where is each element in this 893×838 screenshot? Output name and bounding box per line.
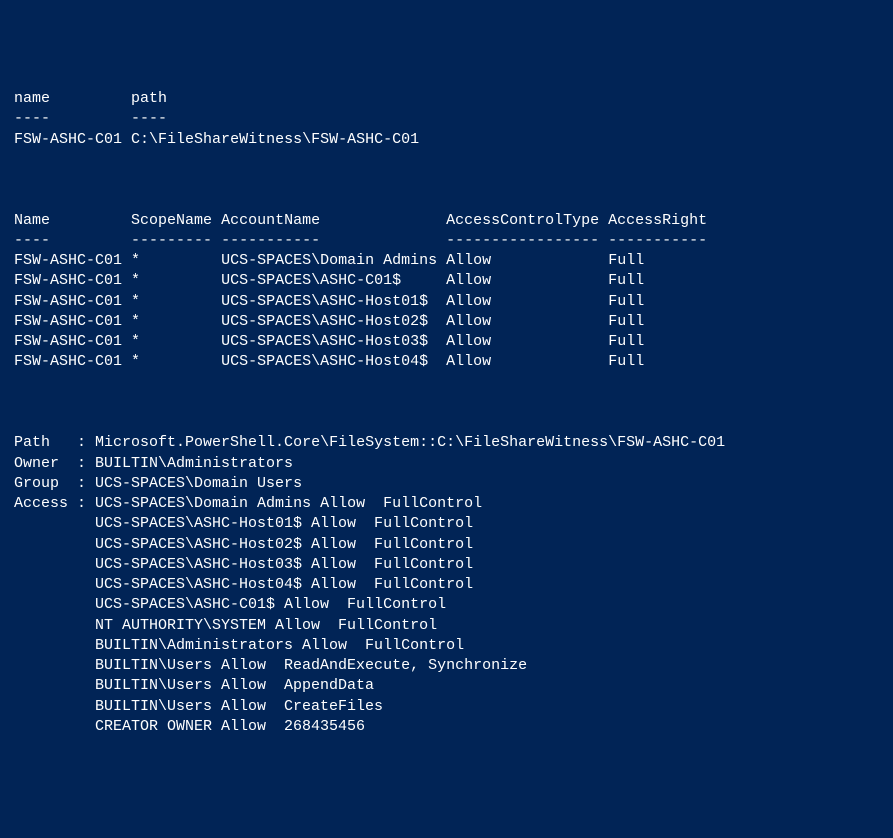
share-table-dashes: ---- ----: [14, 110, 167, 127]
acl-path-value: Microsoft.PowerShell.Core\FileSystem::C:…: [95, 434, 725, 451]
pr-scope: *: [131, 272, 140, 289]
perm-access-header: AccessControlType: [446, 212, 599, 229]
permissions-row: FSW-ASHC-C01 * UCS-SPACES\ASHC-Host04$ A…: [14, 353, 644, 370]
perm-right-dash: -----------: [608, 232, 707, 249]
acl-access-entry: BUILTIN\Users Allow ReadAndExecute, Sync…: [95, 657, 527, 674]
acl-access-entry: UCS-SPACES\ASHC-C01$ Allow FullControl: [95, 596, 446, 613]
acl-owner-line: Owner : BUILTIN\Administrators: [14, 455, 293, 472]
share-table: name path ---- ---- FSW-ASHC-C01 C:\File…: [14, 89, 879, 150]
share-table-row: FSW-ASHC-C01 C:\FileShareWitness\FSW-ASH…: [14, 131, 419, 148]
pr-access: Allow: [446, 313, 491, 330]
pr-right: Full: [608, 252, 644, 269]
acl-access-entry-line: UCS-SPACES\ASHC-Host02$ Allow FullContro…: [14, 536, 473, 553]
acl-access-entry: UCS-SPACES\ASHC-Host04$ Allow FullContro…: [95, 576, 473, 593]
cell-path: C:\FileShareWitness\FSW-ASHC-C01: [131, 131, 419, 148]
pr-name: FSW-ASHC-C01: [14, 272, 122, 289]
acl-access-entry-line: CREATOR OWNER Allow 268435456: [14, 718, 365, 735]
acl-access-entry-line: BUILTIN\Users Allow AppendData: [14, 677, 374, 694]
acl-access-entry-line: BUILTIN\Users Allow CreateFiles: [14, 698, 383, 715]
acl-access-entry: UCS-SPACES\ASHC-Host03$ Allow FullContro…: [95, 556, 473, 573]
acl-owner-value: BUILTIN\Administrators: [95, 455, 293, 472]
pr-scope: *: [131, 353, 140, 370]
acl-access-entry-line: UCS-SPACES\ASHC-Host03$ Allow FullContro…: [14, 556, 473, 573]
pr-right: Full: [608, 272, 644, 289]
pr-account: UCS-SPACES\ASHC-Host02$: [221, 313, 428, 330]
permissions-row: FSW-ASHC-C01 * UCS-SPACES\ASHC-C01$ Allo…: [14, 272, 644, 289]
pr-name: FSW-ASHC-C01: [14, 252, 122, 269]
pr-name: FSW-ASHC-C01: [14, 353, 122, 370]
acl-access-entry: BUILTIN\Users Allow AppendData: [95, 677, 374, 694]
permissions-row: FSW-ASHC-C01 * UCS-SPACES\Domain Admins …: [14, 252, 644, 269]
pr-name: FSW-ASHC-C01: [14, 293, 122, 310]
acl-details: Path : Microsoft.PowerShell.Core\FileSys…: [14, 433, 879, 737]
perm-right-header: AccessRight: [608, 212, 707, 229]
permissions-table: Name ScopeName AccountName AccessControl…: [14, 211, 879, 373]
acl-access-entry-line: BUILTIN\Users Allow ReadAndExecute, Sync…: [14, 657, 527, 674]
cell-name: FSW-ASHC-C01: [14, 131, 122, 148]
permissions-dashes: ---- --------- ----------- -------------…: [14, 232, 707, 249]
acl-access-label: Access: [14, 495, 68, 512]
acl-path-line: Path : Microsoft.PowerShell.Core\FileSys…: [14, 434, 725, 451]
pr-scope: *: [131, 313, 140, 330]
share-table-header: name path: [14, 90, 167, 107]
acl-owner-label: Owner: [14, 455, 59, 472]
col-name-header: name: [14, 90, 50, 107]
col-name-dash: ----: [14, 110, 50, 127]
pr-access: Allow: [446, 252, 491, 269]
acl-access-entry-line: UCS-SPACES\ASHC-Host01$ Allow FullContro…: [14, 515, 473, 532]
pr-access: Allow: [446, 353, 491, 370]
pr-right: Full: [608, 293, 644, 310]
pr-account: UCS-SPACES\ASHC-Host01$: [221, 293, 428, 310]
pr-right: Full: [608, 313, 644, 330]
acl-access-entry: UCS-SPACES\ASHC-Host01$ Allow FullContro…: [95, 515, 473, 532]
pr-name: FSW-ASHC-C01: [14, 313, 122, 330]
col-path-header: path: [131, 90, 167, 107]
perm-account-dash: -----------: [221, 232, 320, 249]
acl-group-line: Group : UCS-SPACES\Domain Users: [14, 475, 302, 492]
pr-scope: *: [131, 252, 140, 269]
perm-access-dash: -----------------: [446, 232, 599, 249]
pr-name: FSW-ASHC-C01: [14, 333, 122, 350]
acl-path-label: Path: [14, 434, 50, 451]
col-path-dash: ----: [131, 110, 167, 127]
pr-account: UCS-SPACES\ASHC-Host03$: [221, 333, 428, 350]
permissions-header: Name ScopeName AccountName AccessControl…: [14, 212, 707, 229]
acl-access-entry-line: BUILTIN\Administrators Allow FullControl: [14, 637, 464, 654]
pr-account: UCS-SPACES\Domain Admins: [221, 252, 437, 269]
perm-name-header: Name: [14, 212, 50, 229]
perm-name-dash: ----: [14, 232, 50, 249]
permissions-row: FSW-ASHC-C01 * UCS-SPACES\ASHC-Host03$ A…: [14, 333, 644, 350]
perm-scope-dash: ---------: [131, 232, 212, 249]
acl-group-value: UCS-SPACES\Domain Users: [95, 475, 302, 492]
pr-right: Full: [608, 353, 644, 370]
acl-access-entry: UCS-SPACES\Domain Admins Allow FullContr…: [95, 495, 482, 512]
perm-scope-header: ScopeName: [131, 212, 212, 229]
acl-access-entry-line: UCS-SPACES\ASHC-C01$ Allow FullControl: [14, 596, 446, 613]
acl-access-entry: BUILTIN\Users Allow CreateFiles: [95, 698, 383, 715]
acl-access-entry: NT AUTHORITY\SYSTEM Allow FullControl: [95, 617, 437, 634]
permissions-row: FSW-ASHC-C01 * UCS-SPACES\ASHC-Host01$ A…: [14, 293, 644, 310]
permissions-row: FSW-ASHC-C01 * UCS-SPACES\ASHC-Host02$ A…: [14, 313, 644, 330]
acl-access-entry: BUILTIN\Administrators Allow FullControl: [95, 637, 464, 654]
pr-access: Allow: [446, 293, 491, 310]
pr-right: Full: [608, 333, 644, 350]
pr-account: UCS-SPACES\ASHC-C01$: [221, 272, 401, 289]
pr-account: UCS-SPACES\ASHC-Host04$: [221, 353, 428, 370]
acl-access-entry-line: UCS-SPACES\ASHC-Host04$ Allow FullContro…: [14, 576, 473, 593]
acl-access-line: Access : UCS-SPACES\Domain Admins Allow …: [14, 495, 482, 512]
pr-access: Allow: [446, 333, 491, 350]
acl-access-entry: UCS-SPACES\ASHC-Host02$ Allow FullContro…: [95, 536, 473, 553]
acl-access-entry-line: NT AUTHORITY\SYSTEM Allow FullControl: [14, 617, 437, 634]
acl-group-label: Group: [14, 475, 59, 492]
acl-access-entry: CREATOR OWNER Allow 268435456: [95, 718, 365, 735]
perm-account-header: AccountName: [221, 212, 320, 229]
pr-access: Allow: [446, 272, 491, 289]
pr-scope: *: [131, 333, 140, 350]
pr-scope: *: [131, 293, 140, 310]
